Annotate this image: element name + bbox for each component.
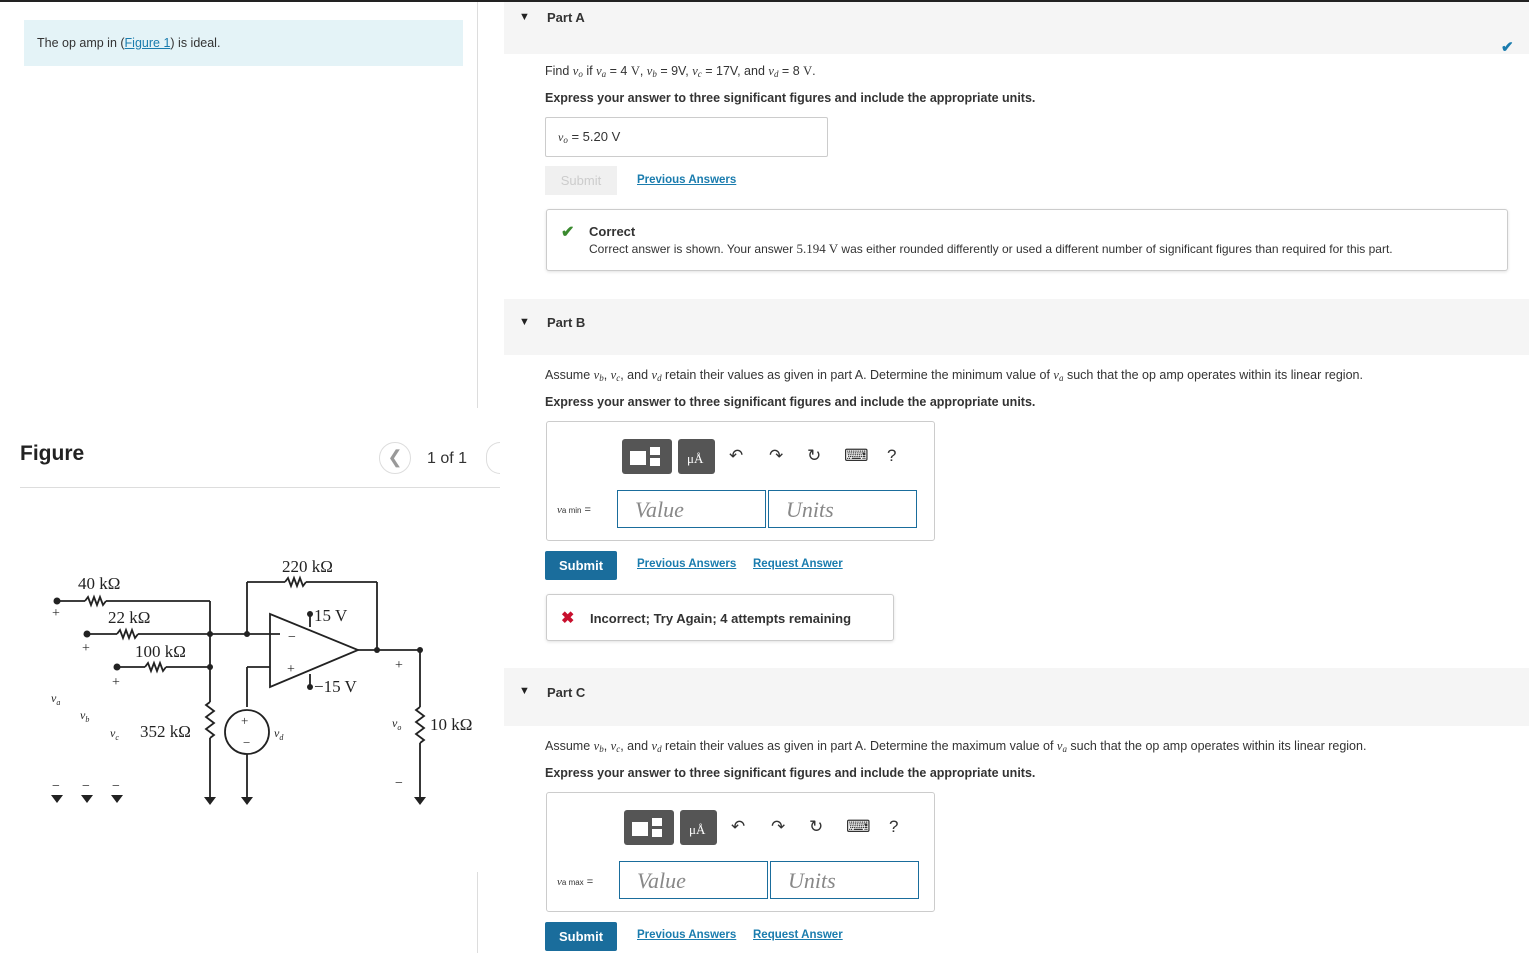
part-b-value-input[interactable]: Value <box>617 490 766 528</box>
part-c-units-input[interactable]: Units <box>770 861 919 899</box>
redo-icon[interactable]: ↷ <box>771 817 785 837</box>
svg-text:vb: vb <box>80 708 89 724</box>
previous-figure-button[interactable]: ❮ <box>379 442 411 474</box>
part-c-header[interactable]: ▼ Part C <box>504 668 1529 726</box>
vc-minus-sign: − <box>112 779 120 794</box>
templates-button[interactable] <box>622 439 672 474</box>
help-button[interactable]: ? <box>889 817 898 837</box>
intro-text-before: The op amp in ( <box>37 36 125 50</box>
part-b-previous-answers-link[interactable]: Previous Answers <box>637 558 736 570</box>
panel-divider-lower <box>477 872 478 953</box>
part-a-answer-value: 5.20 V <box>582 129 621 144</box>
keyboard-icon[interactable]: ⌨ <box>844 446 869 466</box>
reset-icon[interactable]: ↻ <box>809 817 823 837</box>
feedback-heading: Correct <box>589 224 636 239</box>
undo-icon[interactable]: ↶ <box>729 446 743 466</box>
negative-supply-label: −15 V <box>314 677 358 696</box>
redo-icon[interactable]: ↷ <box>769 446 783 466</box>
part-b-feedback: ✖ Incorrect; Try Again; 4 attempts remai… <box>546 594 894 641</box>
part-a-header[interactable]: ▼ Part A <box>504 2 1529 54</box>
resistor-10k-label: 10 kΩ <box>430 715 472 734</box>
part-b-instructions: Express your answer to three significant… <box>545 395 1036 409</box>
problem-intro: The op amp in (Figure 1) is ideal. <box>24 20 463 66</box>
part-b-title: Part B <box>547 315 586 330</box>
resistor-40k-label: 40 kΩ <box>78 574 120 593</box>
figure-separator <box>20 487 500 488</box>
part-c-request-answer-link[interactable]: Request Answer <box>753 929 843 941</box>
check-icon: ✔ <box>561 224 575 241</box>
units-button[interactable]: μÅ <box>678 439 715 474</box>
part-b-request-answer-link[interactable]: Request Answer <box>753 558 843 570</box>
svg-text:va: va <box>51 691 60 707</box>
figure-title: Figure <box>20 442 85 465</box>
vo-minus-sign: − <box>395 776 403 791</box>
part-b-input-panel: μÅ ↶ ↷ ↻ ⌨ ? va min = Value Units <box>546 421 935 541</box>
intro-text-after: ) is ideal. <box>170 36 221 50</box>
noninverting-input-sign: + <box>287 662 295 677</box>
part-b-question: Assume vb, vc, and vd retain their value… <box>545 368 1363 383</box>
part-b-units-input[interactable]: Units <box>768 490 917 528</box>
undo-icon[interactable]: ↶ <box>731 817 745 837</box>
resistor-352k-label: 352 kΩ <box>140 722 191 741</box>
vo-plus-sign: + <box>395 658 403 673</box>
va-plus-sign: + <box>52 606 60 621</box>
figure-pager-text: 1 of 1 <box>427 450 468 467</box>
source-plus-sign: + <box>241 713 248 728</box>
part-c-question: Assume vb, vc, and vd retain their value… <box>545 739 1367 754</box>
feedback-body: Correct answer is shown. Your answer 5.1… <box>589 241 1393 256</box>
help-button[interactable]: ? <box>887 446 896 466</box>
inverting-input-sign: − <box>288 630 296 645</box>
part-c-title: Part C <box>547 685 586 700</box>
figure-link[interactable]: Figure 1 <box>125 36 171 50</box>
part-a-previous-answers-link[interactable]: Previous Answers <box>637 174 736 186</box>
part-b-submit-button[interactable]: Submit <box>545 551 617 580</box>
part-c-input-panel: μÅ ↶ ↷ ↻ ⌨ ? va max = Value Units <box>546 792 935 912</box>
vc-plus-sign: + <box>112 675 120 690</box>
panel-divider <box>477 2 478 408</box>
reset-icon[interactable]: ↻ <box>807 446 821 466</box>
source-minus-sign: − <box>243 735 250 750</box>
part-a-instructions: Express your answer to three significant… <box>545 91 1036 105</box>
va-minus-sign: − <box>52 779 60 794</box>
part-b-variable-label: va min = <box>557 504 591 516</box>
collapse-triangle-icon: ▼ <box>519 685 530 697</box>
collapse-triangle-icon: ▼ <box>519 316 530 328</box>
vb-minus-sign: − <box>82 779 90 794</box>
svg-text:vo: vo <box>392 716 401 732</box>
units-button[interactable]: μÅ <box>680 810 717 845</box>
part-b-header[interactable]: ▼ Part B <box>504 299 1529 355</box>
feedback-heading: Incorrect; Try Again; 4 attempts remaini… <box>590 611 852 626</box>
part-a-answer-display: vo = 5.20 V <box>545 117 828 157</box>
next-figure-button[interactable] <box>486 442 500 474</box>
templates-button[interactable] <box>624 810 674 845</box>
vb-plus-sign: + <box>82 641 90 656</box>
chevron-left-icon: ❮ <box>387 447 403 467</box>
circuit-diagram: 40 kΩ 22 kΩ 100 kΩ 352 kΩ 220 kΩ 10 kΩ 1… <box>51 557 472 805</box>
part-c-variable-label: va max = <box>557 876 594 888</box>
resistor-220k-label: 220 kΩ <box>282 557 333 576</box>
check-icon: ✔ <box>1501 39 1514 56</box>
keyboard-icon[interactable]: ⌨ <box>846 817 871 837</box>
part-c-value-input[interactable]: Value <box>619 861 768 899</box>
part-c-instructions: Express your answer to three significant… <box>545 766 1036 780</box>
part-c-submit-button[interactable]: Submit <box>545 922 617 951</box>
svg-text:vc: vc <box>110 726 119 742</box>
part-a-feedback: ✔ Correct Correct answer is shown. Your … <box>546 209 1508 271</box>
part-a-title: Part A <box>547 10 585 25</box>
cross-icon: ✖ <box>561 610 575 627</box>
positive-supply-label: 15 V <box>314 606 348 625</box>
part-c-previous-answers-link[interactable]: Previous Answers <box>637 929 736 941</box>
part-a-submit-button[interactable]: Submit <box>545 166 617 195</box>
collapse-triangle-icon: ▼ <box>519 11 530 23</box>
resistor-100k-label: 100 kΩ <box>135 642 186 661</box>
resistor-22k-label: 22 kΩ <box>108 608 150 627</box>
part-a-question: Find vo if va = 4 V, vb = 9V, vc = 17V, … <box>545 64 816 79</box>
svg-text:vd: vd <box>274 726 284 742</box>
